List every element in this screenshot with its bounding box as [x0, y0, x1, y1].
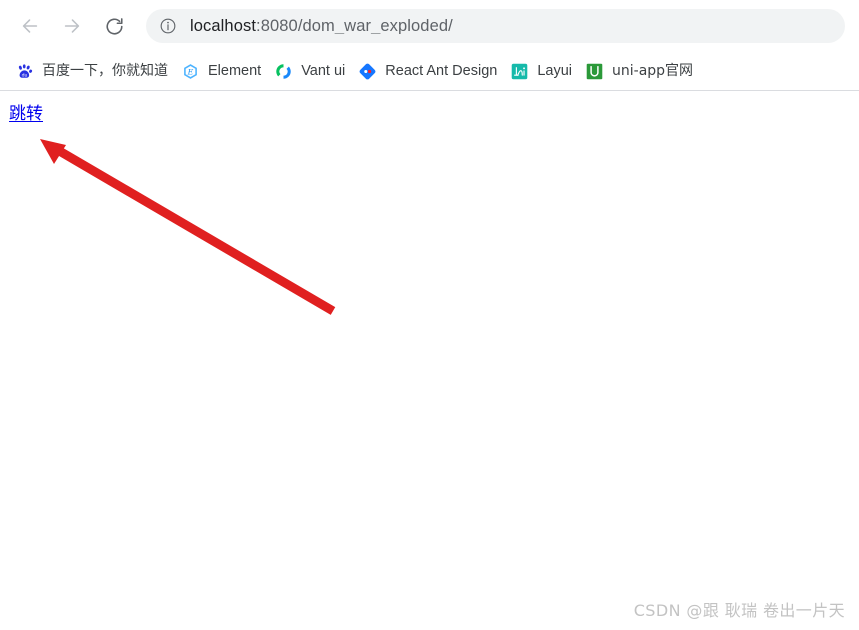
bookmark-layui[interactable]: Layui	[504, 58, 579, 84]
bookmark-label: Layui	[537, 62, 572, 79]
ant-design-diamond-icon	[359, 63, 376, 80]
url-host: localhost	[190, 17, 257, 35]
bookmark-label: 百度一下，你就知道	[42, 63, 168, 79]
browser-toolbar: localhost:8080/dom_war_exploded/	[0, 0, 859, 52]
bookmark-label: Vant ui	[301, 62, 346, 79]
bookmark-uni-app[interactable]: uni-app官网	[579, 58, 700, 84]
forward-button[interactable]	[56, 10, 88, 42]
csdn-watermark: CSDN @跟 耿瑞 卷出一片天	[633, 601, 845, 620]
bookmark-element[interactable]: E Element	[175, 58, 268, 84]
bookmark-baidu[interactable]: du 百度一下，你就知道	[9, 58, 175, 84]
reload-icon	[105, 17, 123, 35]
reload-button[interactable]	[98, 10, 130, 42]
svg-text:du: du	[22, 72, 28, 78]
info-circle-icon[interactable]	[159, 17, 177, 35]
back-button[interactable]	[14, 10, 46, 42]
vant-circle-icon	[275, 63, 292, 80]
bookmarks-bar: du 百度一下，你就知道 E Element Vant ui React Ant…	[0, 52, 859, 90]
bookmark-vant-ui[interactable]: Vant ui	[268, 58, 352, 84]
element-hexagon-icon: E	[182, 63, 199, 80]
bookmark-react-ant-design[interactable]: React Ant Design	[352, 58, 504, 84]
address-bar[interactable]: localhost:8080/dom_war_exploded/	[146, 9, 845, 43]
arrow-right-icon	[64, 19, 80, 33]
layui-square-icon	[511, 63, 528, 80]
page-viewport: 跳转 CSDN @跟 耿瑞 卷出一片天	[0, 91, 859, 630]
bookmark-label: uni-app官网	[612, 63, 694, 79]
svg-text:E: E	[187, 67, 194, 76]
url-path: :8080/dom_war_exploded/	[256, 17, 453, 35]
uniapp-square-icon	[586, 63, 603, 80]
address-bar-url: localhost:8080/dom_war_exploded/	[190, 18, 453, 35]
bookmark-label: React Ant Design	[385, 62, 498, 79]
jump-link[interactable]: 跳转	[9, 104, 43, 125]
browser-chrome: localhost:8080/dom_war_exploded/ du 百度一下…	[0, 0, 859, 91]
arrow-left-icon	[22, 19, 38, 33]
baidu-paw-icon: du	[16, 63, 33, 80]
red-pointer-arrow	[40, 139, 336, 315]
bookmark-label: Element	[208, 62, 262, 79]
